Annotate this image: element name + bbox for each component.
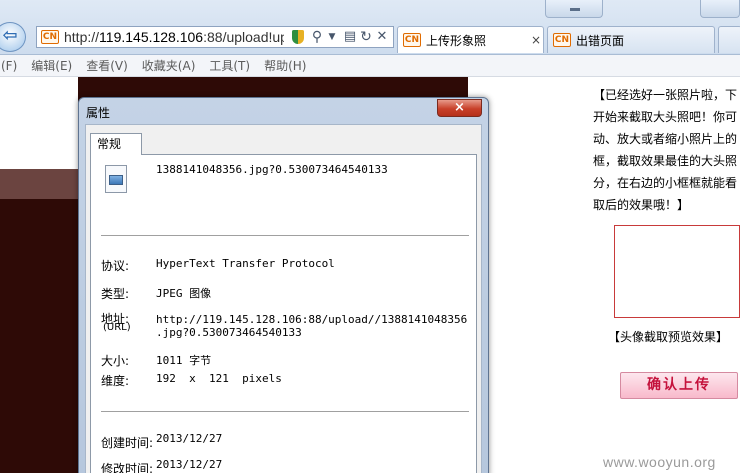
address-value: http://119.145.128.106:88/upload//138814… (156, 313, 468, 326)
watermark: www.wooyun.org (603, 454, 716, 470)
stop-icon[interactable]: ✕ (375, 29, 389, 45)
created-label: 创建时间: (101, 436, 154, 450)
compatibility-view-icon[interactable]: ▤ (343, 29, 357, 45)
back-arrow-icon[interactable]: ⇦ (0, 22, 26, 52)
avatar-preview-box (614, 225, 740, 318)
tab-label: 出错页面 (576, 33, 625, 48)
maximize-button[interactable] (700, 0, 740, 18)
shield-icon[interactable] (290, 29, 306, 45)
menu-view[interactable]: 查看(V) (86, 57, 128, 74)
menu-edit[interactable]: 编辑(E) (31, 57, 72, 74)
modified-value: 2013/12/27 (156, 458, 223, 471)
menu-help[interactable]: 帮助(H) (264, 57, 306, 74)
separator (101, 411, 469, 412)
protocol-label: 协议: (101, 259, 130, 273)
new-tab-button[interactable] (718, 26, 740, 53)
page-white-panel (0, 77, 78, 169)
close-button[interactable]: × (437, 99, 482, 117)
minimize-button[interactable] (545, 0, 603, 18)
address-label-url: (URL) (103, 322, 131, 333)
size-label: 大小: (101, 354, 130, 368)
instruction-line: 开始来截取大头照吧！你可 (593, 110, 738, 124)
address-text[interactable]: http://119.145.128.106:88/upload!uplo (64, 29, 284, 45)
type-value: JPEG 图像 (156, 287, 212, 300)
created-value: 2013/12/27 (156, 432, 223, 445)
menu-file[interactable]: (F) (1, 59, 17, 73)
tab-label: 上传形象照 (426, 33, 487, 48)
tab-upload-photo[interactable]: CN 上传形象照 × (397, 26, 544, 53)
browser-toolbar: ⇦ CN http://119.145.128.106:88/upload!up… (0, 0, 740, 55)
menu-tools[interactable]: 工具(T) (209, 57, 250, 74)
search-icon[interactable]: ⚲ (309, 29, 325, 45)
dimensions-value: 192 x 121 pixels (156, 372, 282, 385)
dialog-title: 属性 (86, 106, 111, 120)
instruction-line: 框，截取效果最佳的大头照 (593, 154, 738, 168)
dimensions-label: 维度: (101, 374, 130, 388)
cn-site-icon: CN (403, 33, 421, 47)
address-host: 119.145.128.106 (99, 29, 204, 45)
cn-site-icon: CN (553, 33, 571, 47)
confirm-upload-button[interactable]: 确认上传 (620, 372, 738, 399)
separator (101, 235, 469, 236)
instruction-line: 动、放大或者缩小照片上的 (593, 132, 738, 146)
properties-dialog: 属性 × 常规 1388141048356.jpg?0.530073464540… (78, 97, 489, 473)
type-label: 类型: (101, 287, 130, 301)
instruction-line: 【已经选好一张照片啦，下 (593, 88, 738, 102)
file-name: 1388141048356.jpg?0.530073464540133 (156, 163, 388, 176)
instruction-line: 分，在右边的小框框就能看 (593, 176, 738, 190)
protocol-value: HyperText Transfer Protocol (156, 257, 335, 270)
minimize-icon (570, 8, 580, 11)
address-path: :88/upload!uplo (203, 29, 284, 45)
dialog-body: 常规 1388141048356.jpg?0.530073464540133 协… (85, 124, 482, 473)
menu-favorites[interactable]: 收藏夹(A) (142, 57, 196, 74)
chevron-down-icon[interactable]: ▼ (326, 29, 338, 45)
image-file-icon (105, 165, 127, 193)
tab-error-page[interactable]: CN 出错页面 (547, 26, 715, 53)
tab-general[interactable]: 常规 (90, 133, 142, 155)
size-value: 1011 字节 (156, 354, 212, 367)
address-bar[interactable]: CN http://119.145.128.106:88/upload!uplo… (36, 26, 394, 48)
refresh-icon[interactable]: ↻ (359, 29, 373, 45)
modified-label: 修改时间: (101, 462, 154, 473)
close-icon[interactable]: × (529, 33, 543, 47)
address-scheme: http:// (64, 29, 100, 45)
address-value: .jpg?0.530073464540133 (156, 326, 302, 339)
menu-bar: (F) 编辑(E) 查看(V) 收藏夹(A) 工具(T) 帮助(H) (0, 55, 740, 77)
general-tab-panel: 1388141048356.jpg?0.530073464540133 协议: … (90, 154, 477, 473)
preview-caption: 【头像截取预览效果】 (608, 330, 729, 344)
instruction-line: 取后的效果哦！】 (593, 198, 690, 212)
cn-site-icon: CN (41, 30, 59, 44)
